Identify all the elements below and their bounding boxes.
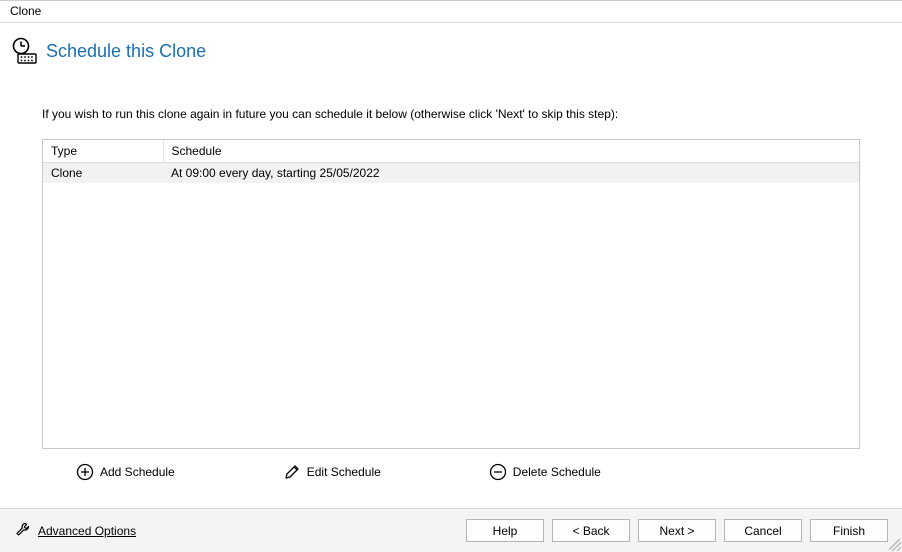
column-header-schedule[interactable]: Schedule: [163, 140, 859, 163]
finish-button[interactable]: Finish: [810, 519, 888, 542]
edit-schedule-button[interactable]: Edit Schedule: [279, 461, 385, 483]
schedule-clock-calendar-icon: [10, 37, 38, 65]
table-row[interactable]: Clone At 09:00 every day, starting 25/05…: [43, 163, 859, 184]
cell-schedule: At 09:00 every day, starting 25/05/2022: [163, 163, 859, 184]
column-header-type[interactable]: Type: [43, 140, 163, 163]
wizard-footer: Advanced Options Help < Back Next > Canc…: [0, 508, 902, 552]
schedule-action-row: Add Schedule Edit Schedule: [42, 449, 860, 495]
table-header-row: Type Schedule: [43, 140, 859, 163]
pencil-icon: [283, 463, 301, 481]
next-button[interactable]: Next >: [638, 519, 716, 542]
clone-wizard-window: Clone Schedule this Clone If you wish to…: [0, 0, 902, 552]
delete-schedule-button[interactable]: Delete Schedule: [485, 461, 605, 483]
advanced-options-label: Advanced Options: [38, 524, 136, 538]
advanced-options-link[interactable]: Advanced Options: [14, 520, 136, 541]
instruction-text: If you wish to run this clone again in f…: [42, 107, 860, 121]
window-titlebar: Clone: [0, 1, 902, 23]
back-button[interactable]: < Back: [552, 519, 630, 542]
plus-circle-icon: [76, 463, 94, 481]
add-schedule-label: Add Schedule: [100, 465, 175, 479]
help-button[interactable]: Help: [466, 519, 544, 542]
wrench-icon: [14, 520, 32, 541]
window-title: Clone: [10, 4, 41, 18]
delete-schedule-label: Delete Schedule: [513, 465, 601, 479]
schedule-table-container: Type Schedule Clone At 09:00 every day, …: [42, 139, 860, 449]
schedule-table[interactable]: Type Schedule Clone At 09:00 every day, …: [43, 140, 859, 183]
resize-grip-icon[interactable]: [889, 539, 901, 551]
cell-type: Clone: [43, 163, 163, 184]
page-header: Schedule this Clone: [0, 23, 902, 71]
page-body: If you wish to run this clone again in f…: [0, 71, 902, 508]
minus-circle-icon: [489, 463, 507, 481]
cancel-button[interactable]: Cancel: [724, 519, 802, 542]
page-title: Schedule this Clone: [46, 41, 206, 62]
add-schedule-button[interactable]: Add Schedule: [72, 461, 179, 483]
edit-schedule-label: Edit Schedule: [307, 465, 381, 479]
